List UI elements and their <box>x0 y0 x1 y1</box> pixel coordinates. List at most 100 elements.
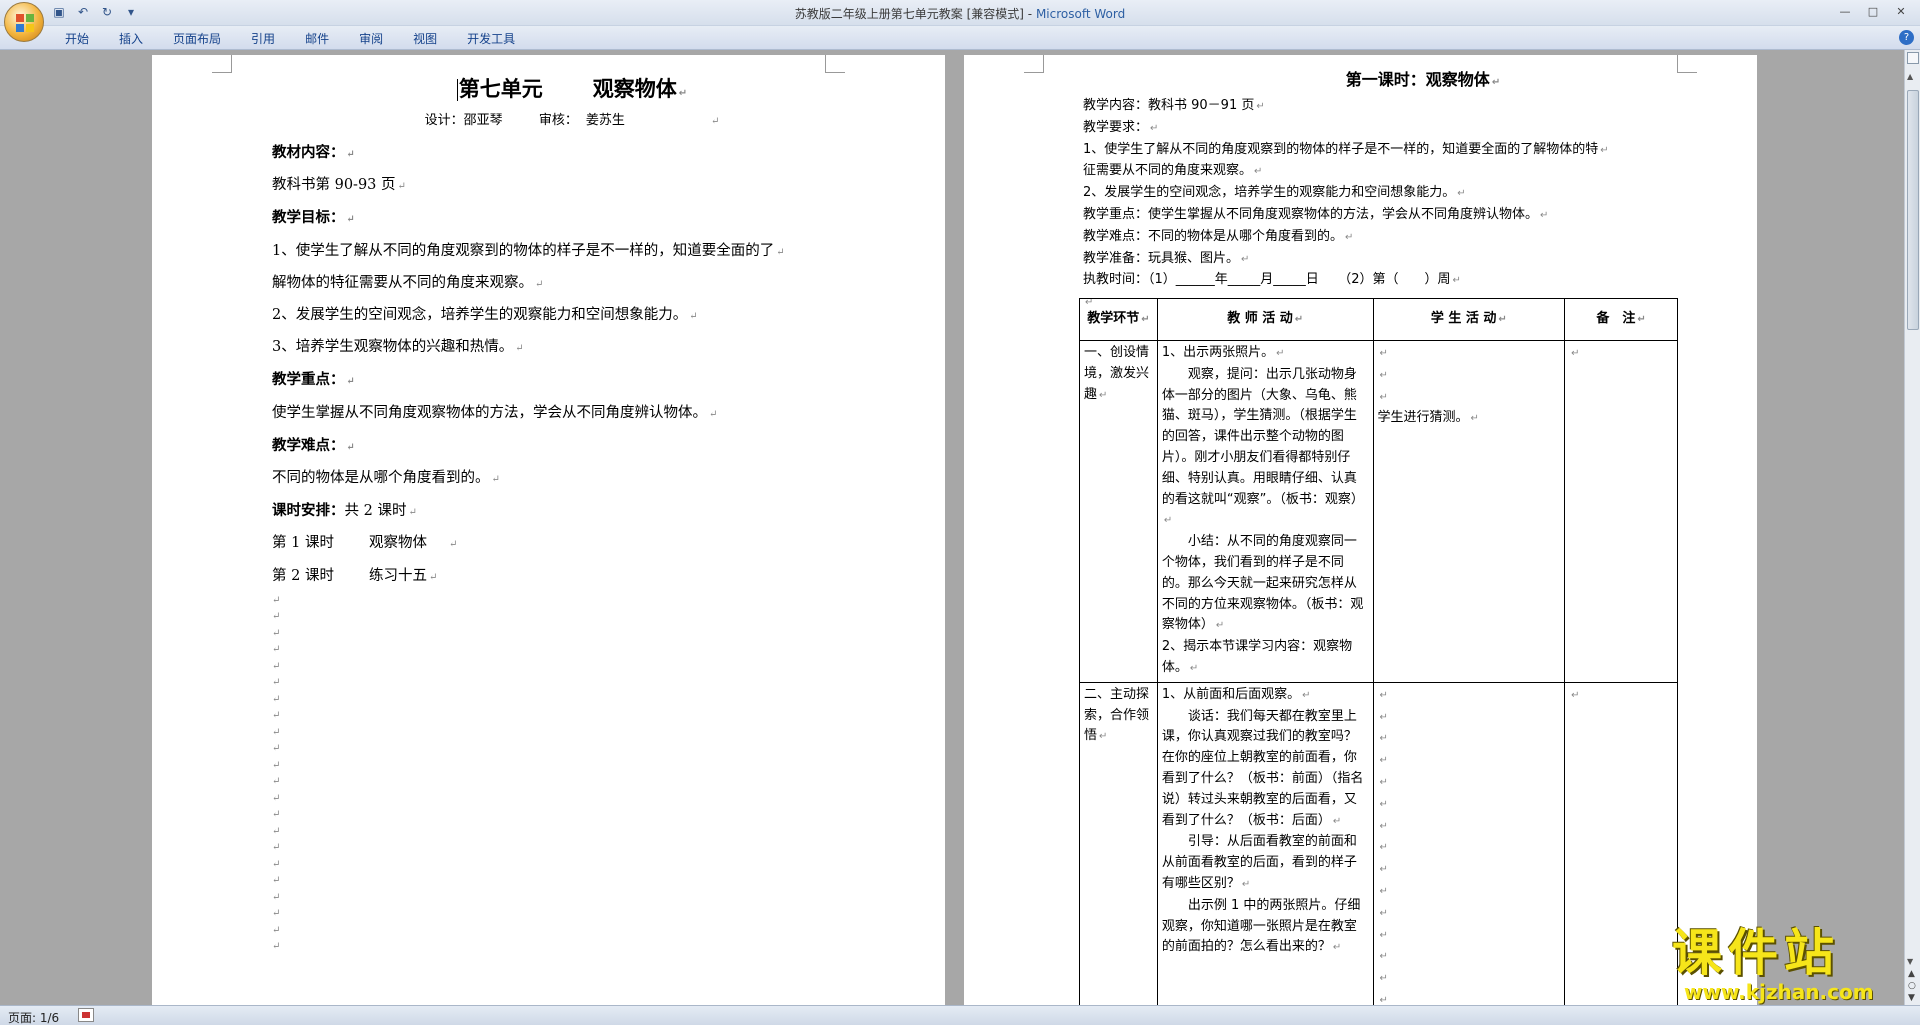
page2-lines: 教学内容：教科书 90－91 页 ↵ 教学要求： ↵ 1、使学生了解从不同的角度观察到的… <box>1083 96 1723 292</box>
empty-paragraph: ↵ <box>272 759 281 771</box>
empty-paragraph: ↵ <box>1378 859 1561 881</box>
table-header-cell: 备 注 ↵ <box>1564 298 1678 341</box>
ribbon-tab[interactable]: 审阅 <box>344 30 398 47</box>
crop-mark <box>212 55 232 73</box>
page-count[interactable]: 页面: 1/6 <box>8 1009 59 1025</box>
page1-lines: 教材内容： ↵ 教科书第 90-93 页 ↵ 教学目标： ↵ 1、使学生了解从不同的角度观察… <box>272 137 872 495</box>
empty-paragraph: ↵ <box>1378 772 1561 794</box>
scroll-thumb[interactable] <box>1907 90 1919 330</box>
empty-paragraph: ↵ <box>272 743 281 755</box>
unit-title: 第七单元 观察物体 ↵ <box>456 77 688 101</box>
help-icon[interactable]: ? <box>1899 30 1914 45</box>
paragraph-mark: ↵ <box>689 311 698 323</box>
lesson-plan-table: 教学环节 ↵ 教 师 活 动 ↵ 学 生 活 动 ↵ 备 注 ↵ 一、创设情境，激发兴趣 ↵ 1、… <box>1079 298 1678 1005</box>
paragraph-text: 观察，提问：出示几张动物身体一部分的图片（大象、乌龟、熊猫、斑马），学生猜测。（… <box>1161 366 1364 507</box>
watermark-logo: 课件站 www.kjzhan.com <box>1672 925 1902 1005</box>
empty-paragraph: ↵ <box>272 891 281 903</box>
teacher-paragraph: 小结：从不同的角度观察同一个物体，我们看到的样子是不同的。那么今天就一起来研究怎… <box>1162 532 1369 637</box>
scroll-up-icon[interactable]: ▲ <box>1907 72 1913 81</box>
empty-paragraph: ↵ <box>272 941 281 953</box>
paragraph-mark: ↵ <box>1256 101 1265 112</box>
scroll-down-icon[interactable]: ▼ <box>1907 957 1913 966</box>
office-button[interactable] <box>4 2 44 42</box>
student-cell: ↵ ↵ ↵ 学生进行猜测。 ↵ <box>1372 340 1566 683</box>
line-text: 教科书第 90-93 页 <box>272 177 396 194</box>
minimize-icon[interactable]: — <box>1832 2 1858 20</box>
line-text: 教学要求： <box>1083 119 1149 135</box>
empty-paragraph: ↵ <box>272 710 281 722</box>
table-header-cell: 学 生 活 动 ↵ <box>1372 298 1566 341</box>
teacher-paragraph: 2、揭示本节课学习内容：观察物体。 ↵ <box>1162 637 1369 680</box>
line-text: 1、使学生了解从不同的角度观察到的物体的样子是不一样的，知道要全面的了解物体的特 <box>1083 141 1599 157</box>
paragraph-mark: ↵ <box>535 278 544 290</box>
student-paragraph: 学生进行猜测。 ↵ <box>1378 408 1561 430</box>
empty-paragraph: ↵ <box>272 726 281 738</box>
text-cursor <box>456 79 458 101</box>
stage-text: 二、主动探索，合作领悟 <box>1084 686 1150 744</box>
paragraph-mark: ↵ <box>1276 348 1285 359</box>
browse-buttons[interactable]: ▲ ○ ▼ <box>1908 968 1916 1004</box>
empty-paragraph: ↵ <box>1378 990 1561 1005</box>
teacher-paragraph: 1、出示两张照片。 ↵ <box>1162 343 1369 365</box>
paragraph-mark: ↵ <box>1241 878 1251 890</box>
paragraph-mark: ↵ <box>1379 994 1388 1005</box>
empty-paragraph: ↵ <box>1378 837 1561 859</box>
header-text: 教 师 活 动 <box>1227 310 1293 326</box>
maximize-icon[interactable]: □ <box>1860 2 1886 20</box>
paragraph-mark: ↵ <box>1294 313 1304 325</box>
paragraph-mark: ↵ <box>346 149 355 160</box>
note-cell: ↵ <box>1564 681 1678 1005</box>
paragraph-mark: ↵ <box>1241 253 1250 265</box>
paragraph-mark: ↵ <box>1379 842 1388 854</box>
empty-paragraph: ↵ <box>1378 903 1561 925</box>
page1-body: 第七单元 观察物体 ↵ 设计：邵亚琴 审核： 姜苏生 ↵ 教材内容： ↵ 教科书第 90-… <box>272 73 872 956</box>
lesson-item: 第 2 课时 练习十五 ↵ <box>272 561 872 593</box>
vertical-scrollbar[interactable]: ▲ ▼ ▲ ○ ▼ <box>1904 50 1920 1006</box>
body-text: 1、使学生了解从不同的角度观察到的物体的样子是不一样的，知道要全面的了解物体的特… <box>1083 140 1723 162</box>
designer-line: 设计：邵亚琴 审核： 姜苏生 ↵ <box>424 113 720 128</box>
table-header-cell: 教 师 活 动 ↵ <box>1156 298 1374 341</box>
ribbon-tab[interactable]: 插入 <box>104 30 158 47</box>
empty-paragraph: ↵ <box>272 644 281 656</box>
ribbon-tab[interactable]: 开发工具 <box>452 30 530 47</box>
body-text: 使学生掌握从不同角度观察物体的方法，学会从不同角度辨认物体。 ↵ <box>272 398 872 430</box>
body-text: 教科书第 90-93 页 ↵ <box>272 170 872 202</box>
ribbon-tab[interactable]: 开始 <box>50 30 104 47</box>
ribbon-tab[interactable]: 视图 <box>398 30 452 47</box>
line-text: 教学重点： <box>272 371 345 389</box>
document-page-2[interactable]: 第一课时：观察物体 ↵ 教学内容：教科书 90－91 页 ↵ 教学要求： ↵ 1、使学生了… <box>964 55 1757 1005</box>
watermark-url: www.kjzhan.com <box>1684 980 1874 1004</box>
ribbon-tab[interactable]: 页面布局 <box>158 30 236 47</box>
lesson-number: 第 2 课时 <box>272 567 334 584</box>
paragraph-mark: ↵ <box>1379 711 1388 723</box>
paragraph-mark: ↵ <box>1600 144 1609 156</box>
line-text: 执教时间：（1）______年_____月_____日 （2）第（ ）周 <box>1083 272 1451 288</box>
page2-body: 第一课时：观察物体 ↵ 教学内容：教科书 90－91 页 ↵ 教学要求： ↵ 1、使学生了… <box>1083 67 1723 314</box>
empty-paragraph: ↵ <box>272 776 281 788</box>
paragraph-mark: ↵ <box>1379 864 1388 876</box>
paragraph-mark: ↵ <box>1379 929 1388 941</box>
empty-paragraph: ↵ <box>272 875 281 887</box>
document-page-1[interactable]: 第七单元 观察物体 ↵ 设计：邵亚琴 审核： 姜苏生 ↵ 教材内容： ↵ 教科书第 90-… <box>152 55 945 1005</box>
paragraph-mark: ↵ <box>1452 275 1461 287</box>
ribbon-tab[interactable]: 引用 <box>236 30 290 47</box>
empty-paragraph: ↵ <box>272 842 281 854</box>
line-text: 教学准备：玩具猴、图片。 <box>1083 250 1240 266</box>
paragraph-mark: ↵ <box>1637 313 1646 325</box>
title-bar: ▣ ↶ ↻ ▾ 苏教版二年级上册第七单元教案 [兼容模式] - Microsof… <box>0 0 1920 26</box>
paragraph-mark: ↵ <box>1141 313 1150 325</box>
paragraph-mark: ↵ <box>1379 776 1388 788</box>
teacher-paragraph: 1、从前面和后面观察。 ↵ <box>1162 685 1369 707</box>
header-text: 教学环节 <box>1087 310 1140 326</box>
empty-paragraph: ↵ <box>272 825 281 837</box>
proofing-icon[interactable] <box>78 1008 94 1022</box>
paragraph-mark: ↵ <box>1379 369 1388 381</box>
line-text: 征需要从不同的角度来观察。 <box>1083 163 1253 179</box>
ribbon-tab[interactable]: 邮件 <box>290 30 344 47</box>
body-text: 教学要求： ↵ <box>1083 118 1723 140</box>
close-icon[interactable]: ✕ <box>1888 2 1914 20</box>
paragraph-mark: ↵ <box>1345 231 1354 243</box>
status-bar: 页面: 1/6 <box>0 1005 1920 1025</box>
view-ruler-icon[interactable] <box>1907 52 1919 64</box>
paragraph-mark: ↵ <box>709 408 718 420</box>
